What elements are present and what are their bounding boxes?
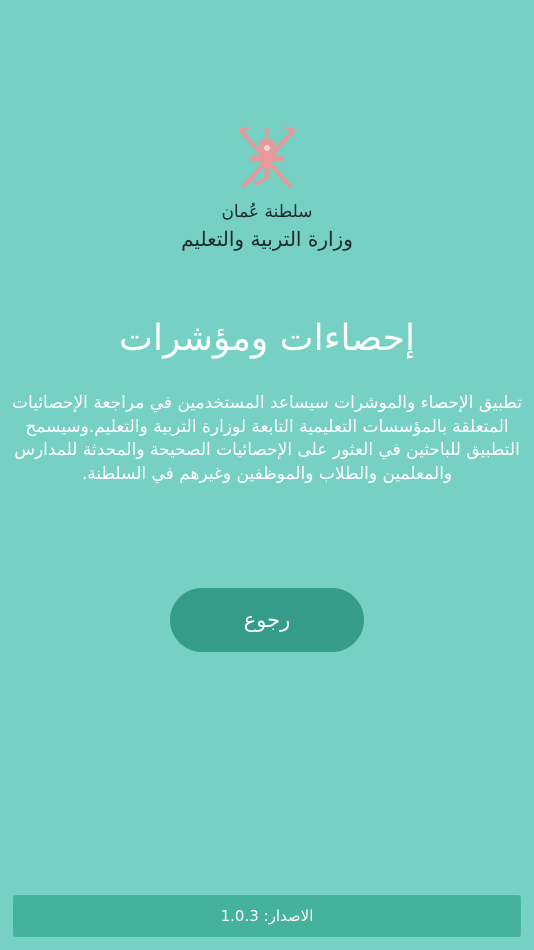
- version-label: الاصدار: 1.0.3: [220, 907, 314, 925]
- app-description: تطبيق الإحصاء والموشرات سيساعد المستخدمي…: [12, 393, 522, 484]
- back-button[interactable]: رجوع: [170, 588, 364, 652]
- ministry-name: سلطنة عُمان وزارة التربية والتعليم: [0, 200, 534, 254]
- page-title: إحصاءات ومؤشرات: [119, 318, 415, 359]
- ministry-line-country: سلطنة عُمان: [221, 202, 313, 222]
- ministry-line-ministry: وزارة التربية والتعليم: [181, 227, 353, 251]
- version-footer: الاصدار: 1.0.3: [13, 895, 521, 937]
- emblem: [0, 124, 534, 194]
- oman-emblem-icon: [238, 126, 296, 188]
